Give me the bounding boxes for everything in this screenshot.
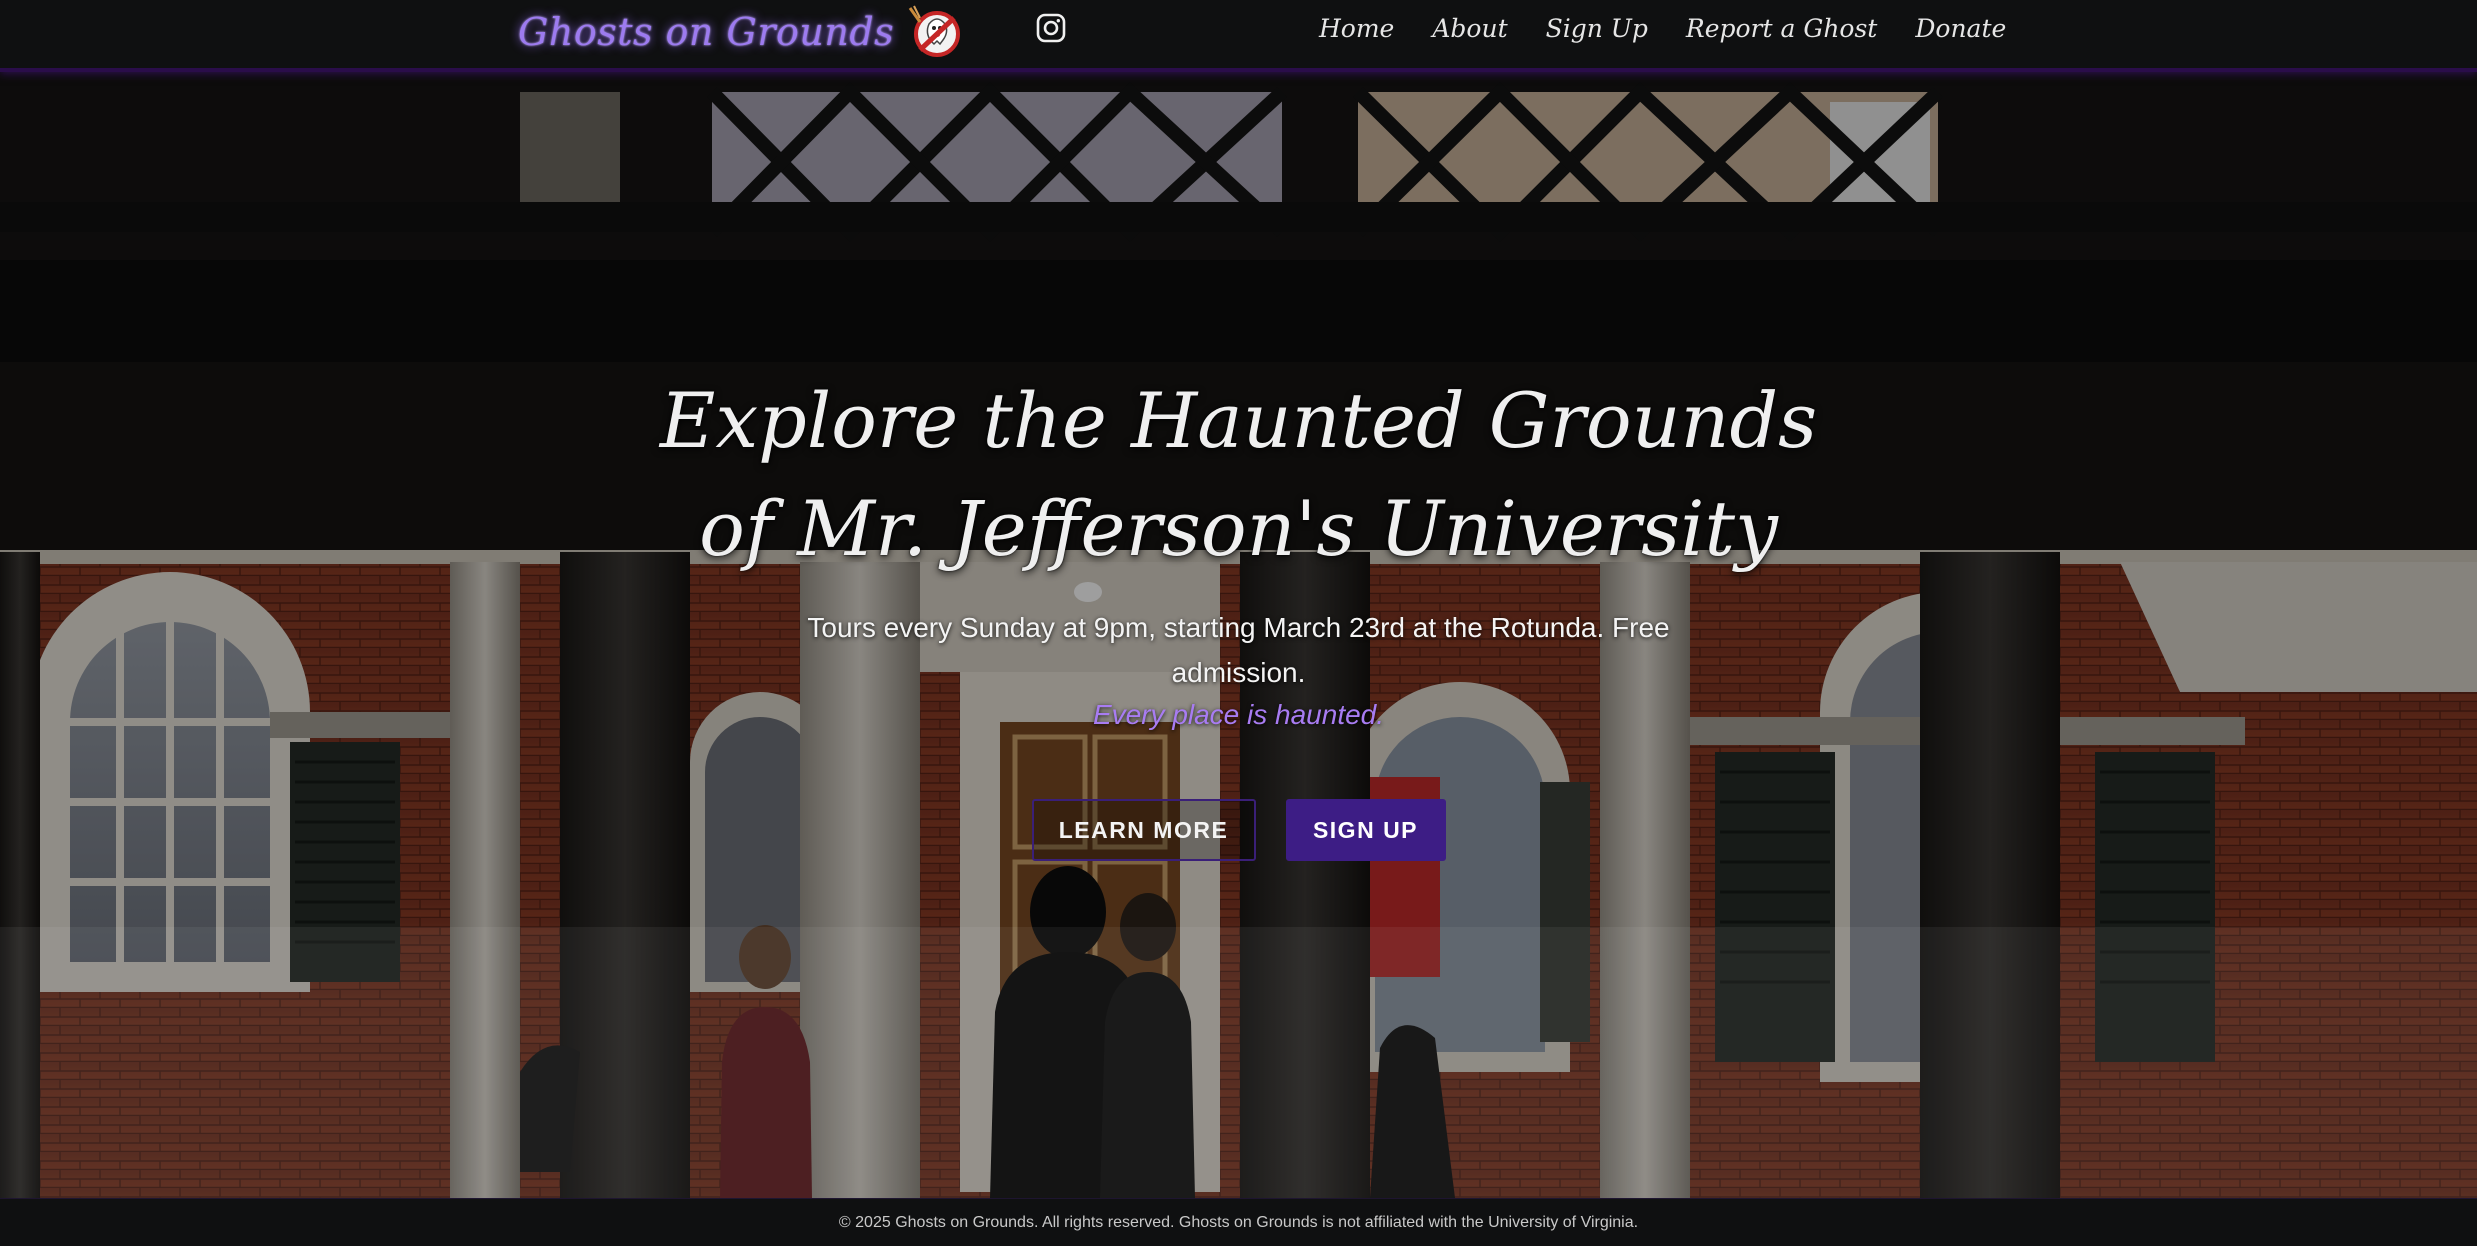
brand-name: Ghosts on Grounds <box>518 10 895 54</box>
learn-more-button[interactable]: Learn More <box>1031 799 1256 861</box>
hero-content: Explore the Haunted Grounds of Mr. Jeffe… <box>0 367 2477 861</box>
hero-buttons: Learn More Sign Up <box>0 799 2477 861</box>
nav-report-a-ghost[interactable]: Report a Ghost <box>1667 14 1896 43</box>
nav-donate[interactable]: Donate <box>1896 14 2025 43</box>
hero-tagline: Every place is haunted. <box>1092 699 1385 730</box>
footer: © 2025 Ghosts on Grounds. All rights res… <box>0 1198 2477 1246</box>
nav-sign-up[interactable]: Sign Up <box>1527 14 1667 43</box>
hero-section: Explore the Haunted Grounds of Mr. Jeffe… <box>0 72 2477 1198</box>
ghost-logo-icon <box>908 5 961 57</box>
hero-title: Explore the Haunted Grounds of Mr. Jeffe… <box>659 376 1818 573</box>
nav-links: Home About Sign Up Report a Ghost Donate <box>1300 0 2025 56</box>
instagram-icon[interactable] <box>1036 13 1066 43</box>
footer-copyright: © 2025 Ghosts on Grounds. All rights res… <box>838 1213 1639 1231</box>
nav-home[interactable]: Home <box>1300 14 1413 43</box>
navbar: Ghosts on Grounds Home About Sign Up Rep… <box>0 0 2477 72</box>
brand-link[interactable]: Ghosts on Grounds <box>518 4 966 60</box>
nav-about[interactable]: About <box>1413 14 1526 43</box>
hero-subtitle: Tours every Sunday at 9pm, starting Marc… <box>807 612 1670 688</box>
sign-up-button[interactable]: Sign Up <box>1285 799 1446 861</box>
